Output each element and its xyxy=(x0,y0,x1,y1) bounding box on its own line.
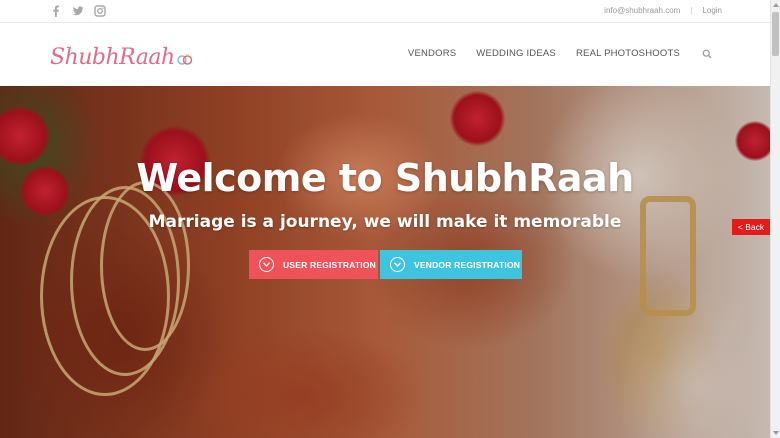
nav-real-photoshoots[interactable]: REAL PHOTOSHOOTS xyxy=(576,48,680,59)
hero-subtitle: Marriage is a journey, we will make it m… xyxy=(148,212,622,232)
vendor-registration-label: VENDOR REGISTRATION xyxy=(414,259,521,270)
rings-icon xyxy=(176,54,192,65)
hero-title: Welcome to ShubhRaah xyxy=(136,156,634,200)
scroll-up-arrow-icon[interactable] xyxy=(773,3,779,7)
vendor-registration-button[interactable]: VENDOR REGISTRATION xyxy=(380,250,522,279)
user-registration-label: USER REGISTRATION xyxy=(283,259,376,270)
scroll-thumb[interactable] xyxy=(772,12,779,56)
instagram-icon[interactable] xyxy=(94,5,106,17)
chevron-down-circle-icon xyxy=(390,257,405,272)
facebook-icon[interactable] xyxy=(50,5,62,17)
main-nav: VENDORS WEDDING IDEAS REAL PHOTOSHOOTS xyxy=(408,48,712,59)
logo-text: ShubhRaah xyxy=(50,45,175,70)
top-bar: info@shubhraah.com | Login xyxy=(0,0,770,23)
hero-banner: Welcome to ShubhRaah Marriage is a journ… xyxy=(0,86,770,438)
site-logo[interactable]: ShubhRaah xyxy=(50,36,194,70)
nav-wedding-ideas[interactable]: WEDDING IDEAS xyxy=(476,48,556,59)
site-header: ShubhRaah VENDORS WEDDING IDEAS REAL PHO… xyxy=(0,23,770,86)
email-link[interactable]: info@shubhraah.com xyxy=(604,6,680,15)
page-scrollbar[interactable] xyxy=(770,0,780,438)
twitter-icon[interactable] xyxy=(72,5,84,17)
chevron-down-circle-icon xyxy=(259,257,274,272)
back-button[interactable]: < Back xyxy=(732,219,770,235)
top-right-links: info@shubhraah.com | Login xyxy=(604,6,722,15)
scroll-down-arrow-icon[interactable] xyxy=(773,431,779,435)
login-link[interactable]: Login xyxy=(702,6,722,15)
search-icon[interactable] xyxy=(702,49,712,59)
nav-vendors[interactable]: VENDORS xyxy=(408,48,456,59)
user-registration-button[interactable]: USER REGISTRATION xyxy=(249,250,378,279)
separator: | xyxy=(690,6,693,15)
social-links xyxy=(50,5,106,17)
